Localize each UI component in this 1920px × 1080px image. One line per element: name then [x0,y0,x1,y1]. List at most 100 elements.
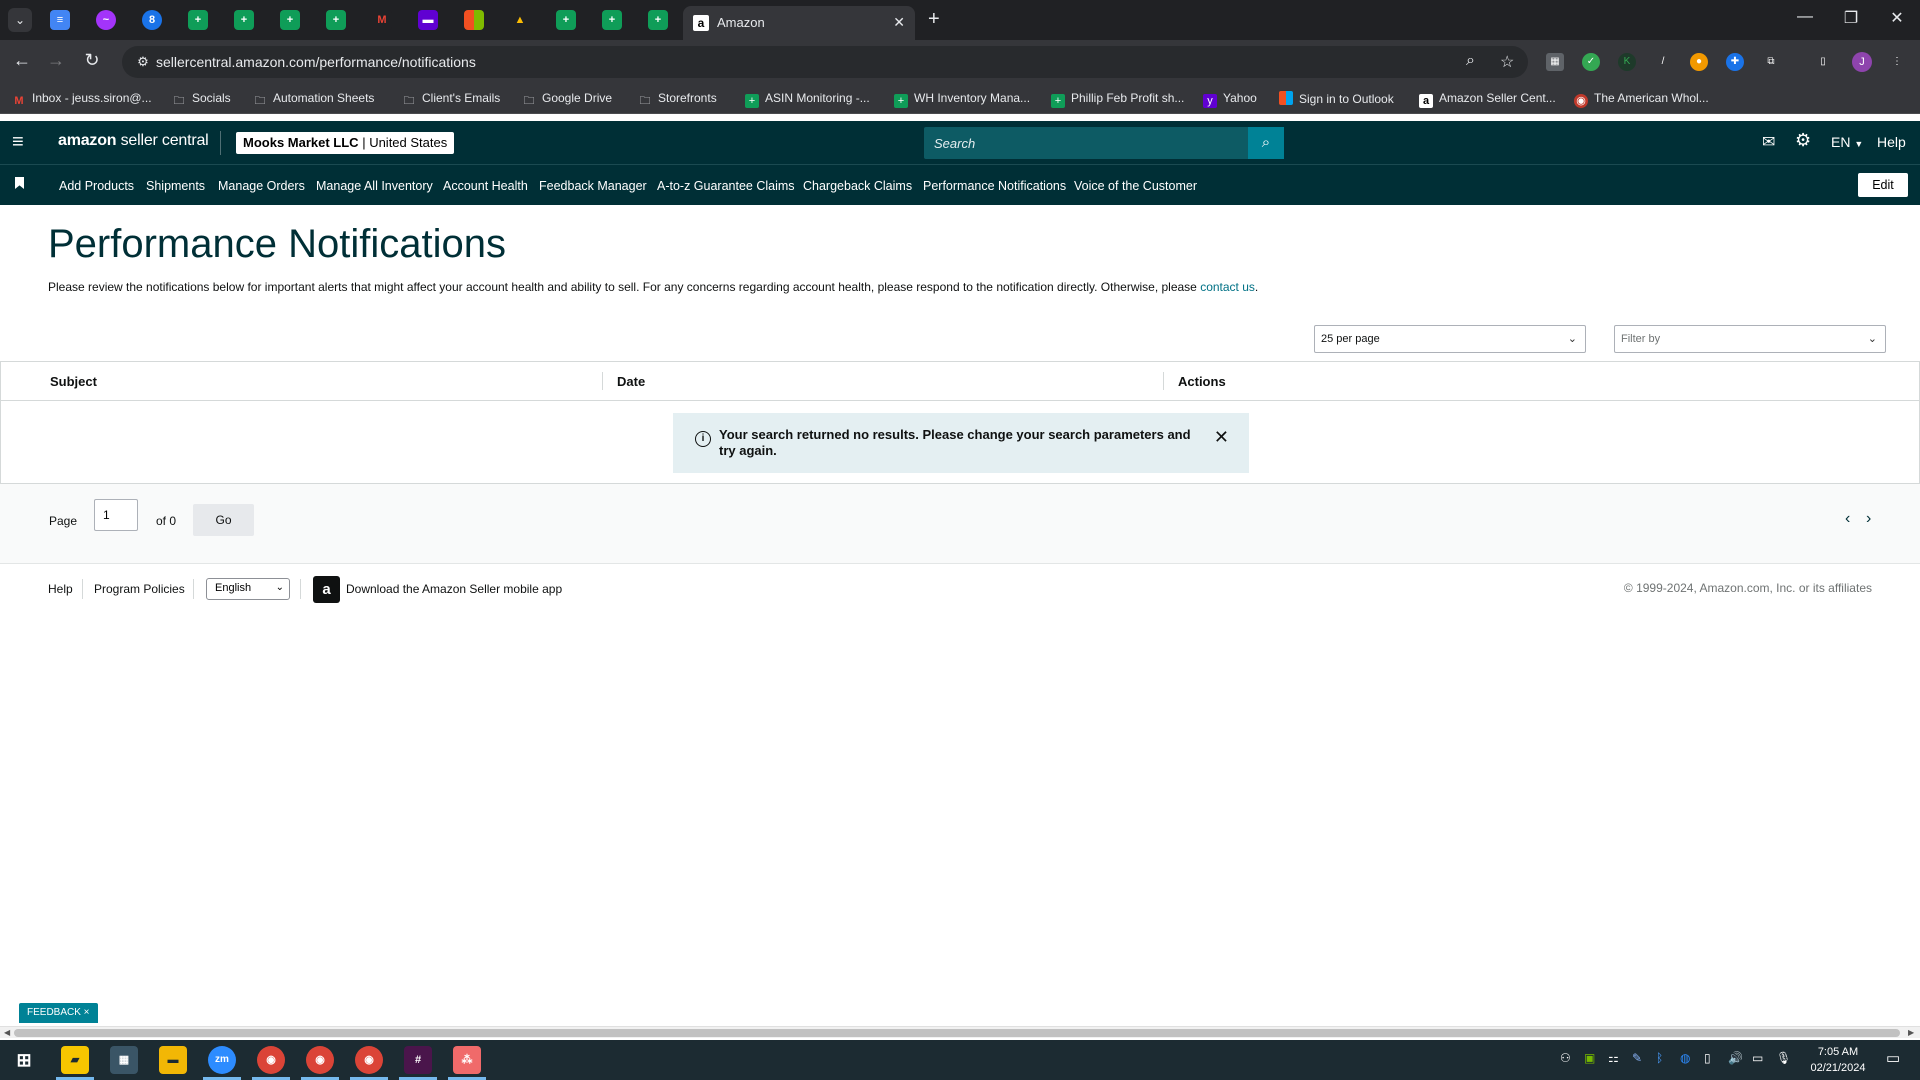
drive-tab-icon[interactable]: ▲ [510,10,530,30]
extension-ks-icon[interactable]: K [1618,53,1636,71]
nav-manage-all-inventory[interactable]: Manage All Inventory [316,179,433,193]
scroll-right-icon[interactable]: ▶ [1908,1027,1914,1039]
bookmark-item[interactable]: a Amazon Seller Cent... [1419,91,1556,108]
feedback-button[interactable]: FEEDBACK × [19,1003,98,1023]
people-icon[interactable]: ⚇ [1560,1051,1571,1065]
language-selector[interactable]: EN ▼ [1831,134,1863,150]
nav-shipments[interactable]: Shipments [146,179,205,193]
pen-icon[interactable]: ✎ [1632,1051,1642,1065]
footer-language-select[interactable]: English ⌄ [206,578,290,600]
zoom-icon[interactable]: ⌕ [1466,52,1475,70]
chrome-icon[interactable]: ◉ [257,1046,285,1074]
nav-voice-of-the-customer[interactable]: Voice of the Customer [1074,179,1197,193]
messenger-tab-icon[interactable]: ~ [96,10,116,30]
horizontal-scrollbar[interactable]: ◀ ▶ [0,1026,1920,1038]
sheets-tab-icon[interactable]: + [280,10,300,30]
scroll-left-icon[interactable]: ◀ [4,1027,10,1039]
search-input[interactable] [924,127,1248,159]
nav-chargeback-claims[interactable]: Chargeback Claims [803,179,912,193]
search-icon[interactable]: ⌕ [1248,127,1284,159]
close-tab-icon[interactable]: ✕ [893,14,905,31]
edit-nav-button[interactable]: Edit [1858,173,1908,197]
active-tab[interactable]: a Amazon ✕ [683,6,915,40]
bookmark-icon[interactable] [15,177,24,189]
file-explorer-icon[interactable]: ▬ [159,1046,187,1074]
bookmark-folder[interactable]: 🗀 Google Drive [522,91,613,108]
settings-gear-icon[interactable]: ⚙ [1795,130,1811,151]
new-tab-button[interactable]: + [928,8,940,31]
extensions-puzzle-icon[interactable]: ⧉ [1762,53,1780,71]
extension-blue-icon[interactable]: ✚ [1726,53,1744,71]
store-selector[interactable]: Mooks Market LLC | United States [236,132,455,154]
sheets-tab-icon[interactable]: + [326,10,346,30]
back-button[interactable]: ← [10,50,34,71]
column-header-subject[interactable]: Subject [50,374,97,389]
close-icon[interactable]: ✕ [1214,427,1229,448]
extension-shield-icon[interactable]: ✓ [1582,53,1600,71]
bookmark-folder[interactable]: 🗀 Automation Sheets [253,91,375,108]
microsoft-tab-icon[interactable] [464,10,484,30]
reload-button[interactable]: ↻ [80,50,104,71]
chrome-icon[interactable]: ◉ [355,1046,383,1074]
nav-performance-notifications[interactable]: Performance Notifications [923,179,1066,193]
forward-button[interactable]: → [44,50,68,71]
asana-icon[interactable]: ⁂ [453,1046,481,1074]
notifications-icon[interactable]: ▭ [1886,1049,1900,1067]
calculator-icon[interactable]: ▦ [110,1046,138,1074]
browser-menu-icon[interactable]: ⋮ [1888,53,1906,71]
windows-start-icon[interactable]: ⊞ [10,1046,38,1074]
extension-pen-icon[interactable]: / [1654,53,1672,71]
bookmark-item[interactable]: Sign in to Outlook [1279,91,1394,106]
teams-icon[interactable]: ⚏ [1608,1051,1619,1065]
filter-by-select[interactable]: Filter by ⌄ [1614,325,1886,353]
scrollbar-thumb[interactable] [14,1029,1900,1037]
bookmark-item[interactable]: y Yahoo [1203,91,1257,108]
volume-icon[interactable]: 🔊 [1728,1051,1743,1065]
battery-icon[interactable]: ▯ [1704,1051,1711,1065]
profile-avatar[interactable]: J [1852,52,1872,72]
bluetooth-icon[interactable]: ᛒ [1656,1051,1663,1065]
docs-tab-icon[interactable]: ≡ [50,10,70,30]
program-policies-link[interactable]: Program Policies [94,582,185,596]
nav-add-products[interactable]: Add Products [59,179,134,193]
minimize-button[interactable]: — [1790,8,1820,26]
extension-qr-icon[interactable]: ▦ [1546,53,1564,71]
next-page-icon[interactable]: › [1866,510,1871,528]
bookmark-star-icon[interactable]: ☆ [1500,52,1514,72]
bookmark-item[interactable]: M Inbox - jeuss.siron@... [12,91,151,108]
sheets-tab-icon[interactable]: + [648,10,668,30]
previous-page-icon[interactable]: ‹ [1845,510,1850,528]
sheets-tab-icon[interactable]: + [188,10,208,30]
page-number-input[interactable] [94,499,138,531]
seller-central-logo[interactable]: amazon seller central [58,132,209,150]
bookmark-item[interactable]: + WH Inventory Mana... [894,91,1030,108]
hamburger-menu-icon[interactable]: ≡ [12,131,24,154]
contact-us-link[interactable]: contact us [1200,280,1255,294]
sheets-tab-icon[interactable]: + [556,10,576,30]
system-clock[interactable]: 7:05 AM 02/21/2024 [1800,1044,1876,1076]
nav-feedback-manager[interactable]: Feedback Manager [539,179,647,193]
network-icon[interactable]: ▭ [1752,1051,1763,1065]
nvidia-icon[interactable]: ▣ [1584,1051,1595,1065]
zoom-app-icon[interactable]: zm [208,1046,236,1074]
gmail-tab-icon[interactable]: M [372,10,392,30]
sheets-tab-icon[interactable]: + [602,10,622,30]
close-window-button[interactable]: ✕ [1882,8,1912,28]
nav-manage-orders[interactable]: Manage Orders [218,179,305,193]
mail-icon[interactable]: ✉ [1762,132,1775,152]
nav-a-to-z-claims[interactable]: A-to-z Guarantee Claims [657,179,795,193]
app-tab-icon[interactable]: 8 [142,10,162,30]
microphone-icon[interactable]: 🎙 [1776,1051,1791,1065]
restore-button[interactable]: ❐ [1836,8,1866,28]
column-header-date[interactable]: Date [617,374,645,389]
sticky-notes-icon[interactable]: ▰ [61,1046,89,1074]
bookmark-folder[interactable]: 🗀 Socials [172,91,231,108]
chrome-icon[interactable]: ◉ [306,1046,334,1074]
slack-icon[interactable]: # [404,1046,432,1074]
address-bar[interactable]: ⚙ sellercentral.amazon.com/performance/n… [122,46,1528,78]
site-info-icon[interactable]: ⚙ [134,53,152,71]
help-link[interactable]: Help [1877,134,1906,150]
bookmark-folder[interactable]: 🗀 Client's Emails [402,91,501,108]
yahoo-mail-tab-icon[interactable]: ▬ [418,10,438,30]
bookmark-item[interactable]: + Phillip Feb Profit sh... [1051,91,1184,108]
